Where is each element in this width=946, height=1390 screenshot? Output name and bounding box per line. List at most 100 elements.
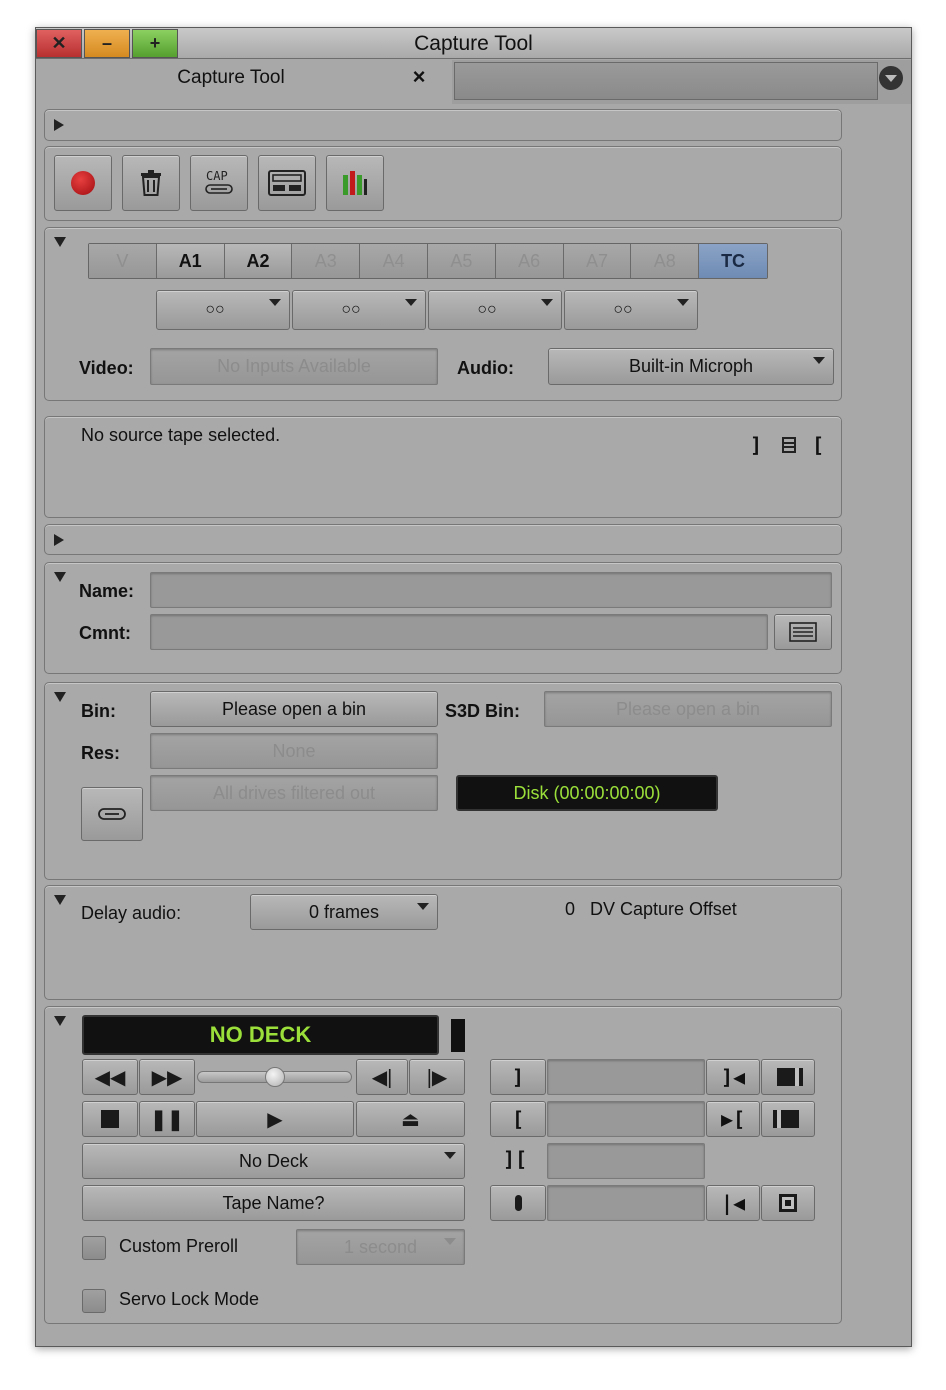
- target-drive-select[interactable]: All drives filtered out: [150, 775, 438, 811]
- track-button-a2[interactable]: A2: [224, 244, 293, 278]
- source-tape-status: No source tape selected.: [81, 425, 281, 445]
- clear-out-button[interactable]: [761, 1059, 815, 1095]
- source-tape-panel: No source tape selected. ] [: [44, 416, 842, 518]
- mark-clip-button[interactable]: [490, 1185, 546, 1221]
- close-tab-button[interactable]: ×: [408, 64, 430, 94]
- single-drive-toggle[interactable]: [81, 787, 143, 841]
- expand-triangle-icon[interactable]: [54, 119, 64, 131]
- capture-mode-button[interactable]: CAP: [190, 155, 248, 211]
- video-input-select[interactable]: No Inputs Available: [150, 348, 438, 385]
- chevron-down-icon: [677, 299, 689, 306]
- step-forward-button[interactable]: |▶: [409, 1059, 465, 1095]
- clip-info-panel: Name: Cmnt:: [44, 562, 842, 674]
- clear-position-icon: [779, 1194, 797, 1212]
- position-timecode: [547, 1185, 705, 1221]
- track-button-v[interactable]: V: [89, 244, 157, 278]
- track-button-a1[interactable]: A1: [156, 244, 225, 278]
- rewind-button[interactable]: ◀◀: [82, 1059, 138, 1095]
- stop-icon: [101, 1110, 119, 1128]
- shuttle-slider[interactable]: [197, 1067, 352, 1087]
- collapse-triangle-icon[interactable]: [54, 572, 66, 582]
- servo-lock-label: Servo Lock Mode: [119, 1289, 260, 1309]
- collapse-triangle-icon[interactable]: [54, 692, 66, 702]
- collapse-triangle-icon[interactable]: [54, 895, 66, 905]
- go-to-in-button[interactable]: ▶[: [706, 1101, 760, 1137]
- fast-forward-button[interactable]: ▶▶: [139, 1059, 195, 1095]
- custom-preroll-checkbox[interactable]: [82, 1236, 106, 1260]
- fast-forward-icon: ▶▶: [151, 1066, 183, 1089]
- bin-select[interactable]: Please open a bin: [150, 691, 438, 727]
- deck-control-panel: NO DECK ◀◀ ▶▶ ◀| |▶ ❚❚ ▶ ⏏ No Deck Tape …: [44, 1006, 842, 1324]
- audio-input-select[interactable]: Built-in Microph: [548, 348, 834, 385]
- position-marker-icon: [514, 1195, 522, 1211]
- trash-button[interactable]: [122, 155, 180, 211]
- go-to-out-button[interactable]: ]◀: [706, 1059, 760, 1095]
- preroll-select[interactable]: 1 second: [296, 1229, 465, 1265]
- collapse-triangle-icon[interactable]: [54, 237, 66, 247]
- tab-menu-icon[interactable]: [879, 66, 903, 90]
- collapse-triangle-icon[interactable]: [54, 1016, 66, 1026]
- capture-toolbar-panel: CAP: [44, 146, 842, 221]
- channel-pair-select[interactable]: ○○: [156, 290, 290, 330]
- mark-in-button[interactable]: [: [490, 1101, 546, 1137]
- servo-lock-checkbox[interactable]: [82, 1289, 106, 1313]
- channel-pair-icon: ○○: [341, 301, 361, 318]
- clear-in-button[interactable]: [761, 1101, 815, 1137]
- audio-meter-icon: [343, 171, 367, 195]
- mark-in-icon: [: [812, 433, 825, 457]
- track-button-a5[interactable]: A5: [427, 244, 496, 278]
- pause-button[interactable]: ❚❚: [139, 1101, 195, 1137]
- mark-out-button[interactable]: ]: [490, 1059, 546, 1095]
- channel-pair-select[interactable]: ○○: [564, 290, 698, 330]
- track-button-tc[interactable]: TC: [699, 244, 767, 278]
- clear-out-icon: [777, 1068, 799, 1086]
- track-button-a3[interactable]: A3: [292, 244, 361, 278]
- shuttle-knob[interactable]: [264, 1067, 285, 1087]
- expand-triangle-icon[interactable]: [54, 534, 64, 546]
- channel-pair-select[interactable]: ○○: [428, 290, 562, 330]
- stop-button[interactable]: [82, 1101, 138, 1137]
- minimize-window-button[interactable]: –: [84, 29, 130, 58]
- go-to-position-button[interactable]: |◀: [706, 1185, 760, 1221]
- tab-capture-tool[interactable]: Capture Tool ×: [36, 60, 452, 104]
- record-icon: [71, 171, 95, 195]
- clip-comment-input[interactable]: [150, 614, 768, 650]
- track-button-a7[interactable]: A7: [563, 244, 632, 278]
- resolution-select[interactable]: None: [150, 733, 438, 769]
- track-selector: V A1 A2 A3 A4 A5 A6 A7 A8 TC: [88, 243, 768, 279]
- deck-configuration-button[interactable]: [258, 155, 316, 211]
- tracks-inputs-panel: V A1 A2 A3 A4 A5 A6 A7 A8 TC ○○ ○○ ○○ ○○ Video: No I…: [44, 227, 842, 401]
- tab-strip-empty: [454, 62, 878, 100]
- chevron-down-icon: [813, 357, 825, 364]
- track-button-a8[interactable]: A8: [631, 244, 700, 278]
- tape-name-button[interactable]: Tape Name?: [82, 1185, 465, 1221]
- comment-label: Cmnt:: [79, 623, 131, 643]
- close-window-button[interactable]: ✕: [36, 29, 82, 58]
- delay-audio-select[interactable]: 0 frames: [250, 894, 438, 930]
- comment-list-button[interactable]: [774, 614, 832, 650]
- step-back-button[interactable]: ◀|: [356, 1059, 408, 1095]
- audio-tool-button[interactable]: [326, 155, 384, 211]
- clear-position-button[interactable]: [761, 1185, 815, 1221]
- chevron-down-icon: [444, 1238, 456, 1245]
- track-button-a4[interactable]: A4: [360, 244, 428, 278]
- deck-status-bar: [451, 1019, 465, 1052]
- eject-icon: ⏏: [401, 1108, 420, 1131]
- audio-input-value: Built-in Microph: [628, 356, 754, 376]
- maximize-window-button[interactable]: +: [132, 29, 178, 58]
- eject-button[interactable]: ⏏: [356, 1101, 465, 1137]
- track-button-a6[interactable]: A6: [495, 244, 564, 278]
- play-button[interactable]: ▶: [196, 1101, 354, 1137]
- rewind-icon: ◀◀: [94, 1066, 126, 1089]
- disk-space-indicator: Disk (00:00:00:00): [456, 775, 718, 811]
- clip-name-input[interactable]: [150, 572, 832, 608]
- title-bar: Capture Tool ✕ – +: [36, 28, 911, 59]
- deck-select[interactable]: No Deck: [82, 1143, 465, 1179]
- collapsed-panel-middle: [44, 524, 842, 555]
- chevron-down-icon: [269, 299, 281, 306]
- s3d-bin-select[interactable]: Please open a bin: [544, 691, 832, 727]
- duration-timecode: [547, 1143, 705, 1179]
- channel-pair-select[interactable]: ○○: [292, 290, 426, 330]
- tab-bar: Capture Tool ×: [36, 60, 911, 104]
- record-button[interactable]: [54, 155, 112, 211]
